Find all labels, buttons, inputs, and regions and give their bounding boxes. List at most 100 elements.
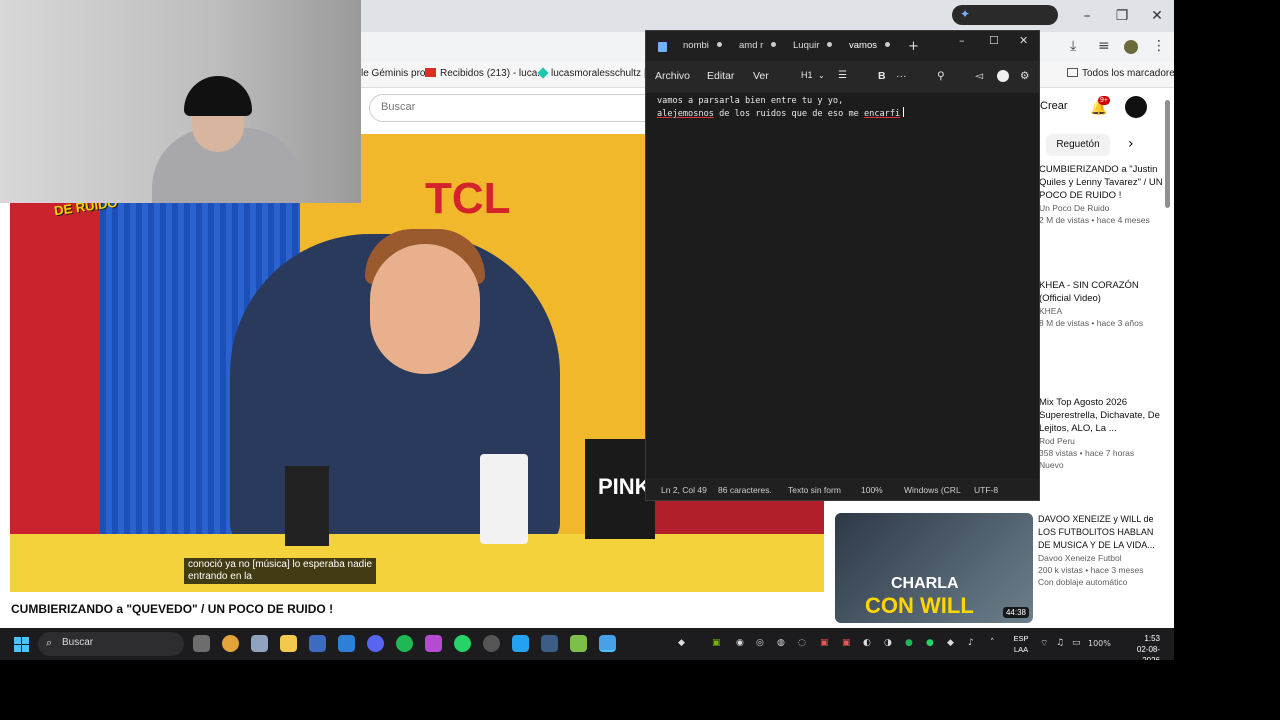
nvidia-icon[interactable]: ▣ [712, 638, 721, 648]
account-icon[interactable] [997, 70, 1009, 82]
whatsapp-icon[interactable] [454, 635, 471, 652]
task-view-icon[interactable] [193, 635, 210, 652]
video-can-text: PINK [598, 474, 651, 499]
store-icon[interactable] [309, 635, 326, 652]
extensions-icon[interactable]: ≡ [1098, 38, 1110, 54]
tray-app-icon[interactable]: ▣ [842, 638, 851, 648]
more-icon[interactable]: ··· [896, 70, 907, 82]
text-cursor [903, 107, 905, 117]
settings-icon[interactable] [251, 635, 268, 652]
download-icon[interactable]: ⤓ [1070, 38, 1076, 54]
recommendation-item[interactable]: KHEA - SIN CORAZÓN (Official Video) KHEA… [1039, 279, 1169, 329]
video-cup [285, 466, 329, 546]
close-icon[interactable]: ✕ [1019, 34, 1028, 47]
tray-app-icon[interactable]: ▣ [820, 638, 829, 648]
spotify-icon[interactable] [396, 635, 413, 652]
notepad-tab[interactable]: amd r [739, 40, 777, 51]
tray-app-icon[interactable]: ◌ [798, 638, 806, 648]
avatar[interactable] [1125, 96, 1147, 118]
mail-icon[interactable] [338, 635, 355, 652]
microphone-icon[interactable]: ♪ [968, 638, 974, 648]
recommendation-item[interactable]: Mix Top Agosto 2026 Superestrella, Dicha… [1039, 396, 1169, 471]
bold-button[interactable]: B [878, 70, 886, 82]
menu-archivo[interactable]: Archivo [655, 70, 690, 82]
unsaved-dot-icon [771, 42, 777, 47]
gemini-button[interactable]: ✦ [952, 5, 1058, 25]
editor-content[interactable]: vamos a parsarla bien entre tu y yo, alej… [657, 95, 905, 120]
chip-regueton[interactable]: Reguetón [1046, 134, 1110, 156]
system-clock[interactable]: 1:53 02-08-2026 [1120, 633, 1160, 660]
list-icon[interactable]: ☰ [838, 70, 847, 81]
close-icon[interactable]: ✕ [1140, 5, 1174, 27]
vscode-icon[interactable] [512, 635, 529, 652]
wifi-icon[interactable]: ⌔ [1040, 638, 1048, 649]
format-clear-icon[interactable]: ⚲ [937, 70, 945, 82]
menu-ver[interactable]: Ver [753, 70, 769, 82]
notepad-taskbar-icon[interactable] [599, 635, 616, 652]
menu-editar[interactable]: Editar [707, 70, 734, 82]
spotify-tray-icon[interactable]: ● [905, 638, 913, 648]
bookmark-gemini[interactable]: le Géminis pro [361, 68, 425, 79]
search-placeholder: Buscar [381, 101, 416, 113]
bookmark-lucas[interactable]: lucasmoralesschultz |... [537, 67, 655, 79]
desktop-screen: ✦ – ❐ ✕ ⤓ ≡ ⋮ le Géminis pro Recibidos (… [0, 0, 1174, 660]
youtube-search-input[interactable]: Buscar [369, 94, 659, 122]
steam-tray-icon[interactable]: ◐ [863, 638, 871, 648]
notepad-tabs: nombi amd r Luquir vamos + – ☐ ✕ [646, 31, 1039, 61]
maximize-icon[interactable]: ☐ [989, 34, 999, 47]
discord-icon[interactable] [367, 635, 384, 652]
chevron-right-icon[interactable]: › [1128, 136, 1134, 152]
copilot-icon[interactable]: ◅ [975, 70, 983, 82]
folder-icon[interactable] [280, 635, 297, 652]
video-scene [10, 534, 824, 592]
menu-dots-icon[interactable]: ⋮ [1152, 38, 1166, 54]
profile-avatar[interactable] [1124, 40, 1138, 54]
language-indicator[interactable]: ESP LAA [1013, 633, 1029, 655]
gear-icon[interactable]: ⚙ [1020, 70, 1029, 82]
rec-channel: KHEA [1039, 306, 1063, 316]
notepad-tab-active[interactable]: vamos [841, 31, 909, 61]
status-encoding[interactable]: UTF-8 [974, 485, 998, 495]
notepad-tab[interactable]: Luquir [793, 40, 833, 51]
notepad-menu-bar: Archivo Editar Ver H1 ⌄ ☰ B ··· ⚲ ◅ ⚙ [646, 61, 1039, 93]
status-zoom[interactable]: 100% [861, 485, 883, 495]
minimize-icon[interactable]: – [959, 34, 965, 47]
scrollbar[interactable] [1165, 100, 1170, 208]
battery-icon[interactable]: ▭ [1072, 638, 1081, 648]
status-format[interactable]: Texto sin form [788, 485, 841, 495]
all-bookmarks[interactable]: Todos los marcadores [1067, 68, 1174, 79]
tray-app-icon[interactable]: ◆ [678, 638, 685, 648]
taskbar: ⌕ Buscar ◆ ▣ ◉ ◎ ◍ ◌ ▣ ▣ ◐ ◑ ● ● ◆ ♪ ˄ ES… [0, 628, 1174, 660]
tray-app-icon[interactable]: ◍ [777, 638, 785, 648]
obs-icon[interactable] [483, 635, 500, 652]
app-icon[interactable] [570, 635, 587, 652]
chevron-up-icon[interactable]: ˄ [990, 638, 995, 648]
taskbar-search[interactable]: ⌕ Buscar [38, 632, 184, 656]
rec-title: Mix Top Agosto 2026 Superestrella, Dicha… [1039, 397, 1160, 434]
recommendation-item[interactable]: DAVOO XENEIZE y WILL de LOS FUTBOLITOS H… [1038, 513, 1168, 588]
notepad-tab[interactable]: nombi [683, 40, 722, 51]
heading-select[interactable]: H1 [801, 70, 813, 80]
status-position: Ln 2, Col 49 [661, 485, 707, 495]
windows-start-icon[interactable] [14, 637, 29, 652]
whatsapp-tray-icon[interactable]: ● [926, 638, 934, 648]
tray-app-icon[interactable]: ◎ [756, 638, 764, 648]
chrome-icon[interactable] [222, 635, 239, 652]
status-eol[interactable]: Windows (CRL [904, 485, 961, 495]
tray-app-icon[interactable]: ◑ [884, 638, 892, 648]
bookmark-gmail[interactable]: Recibidos (213) - luca... [425, 68, 546, 79]
maximize-icon[interactable]: ❐ [1105, 5, 1139, 27]
app-icon[interactable] [425, 635, 442, 652]
link-icon [537, 67, 549, 79]
discord-tray-icon[interactable]: ◆ [947, 638, 954, 648]
minimize-icon[interactable]: – [1070, 5, 1104, 27]
recommendation-item[interactable]: CUMBIERIZANDO a "Justin Quiles y Lenny T… [1039, 163, 1169, 226]
video-thumbnail[interactable]: CHARLA CON WILL 44:38 [835, 513, 1033, 623]
caption-line: entrando en la [188, 571, 252, 582]
notepad-editor[interactable]: vamos a parsarla bien entre tu y yo, alej… [646, 93, 1039, 478]
steam-icon[interactable] [541, 635, 558, 652]
new-tab-icon[interactable]: + [908, 39, 919, 54]
create-button[interactable]: Crear [1040, 94, 1078, 120]
tray-app-icon[interactable]: ◉ [736, 638, 744, 648]
volume-icon[interactable]: ♫ [1056, 638, 1064, 648]
